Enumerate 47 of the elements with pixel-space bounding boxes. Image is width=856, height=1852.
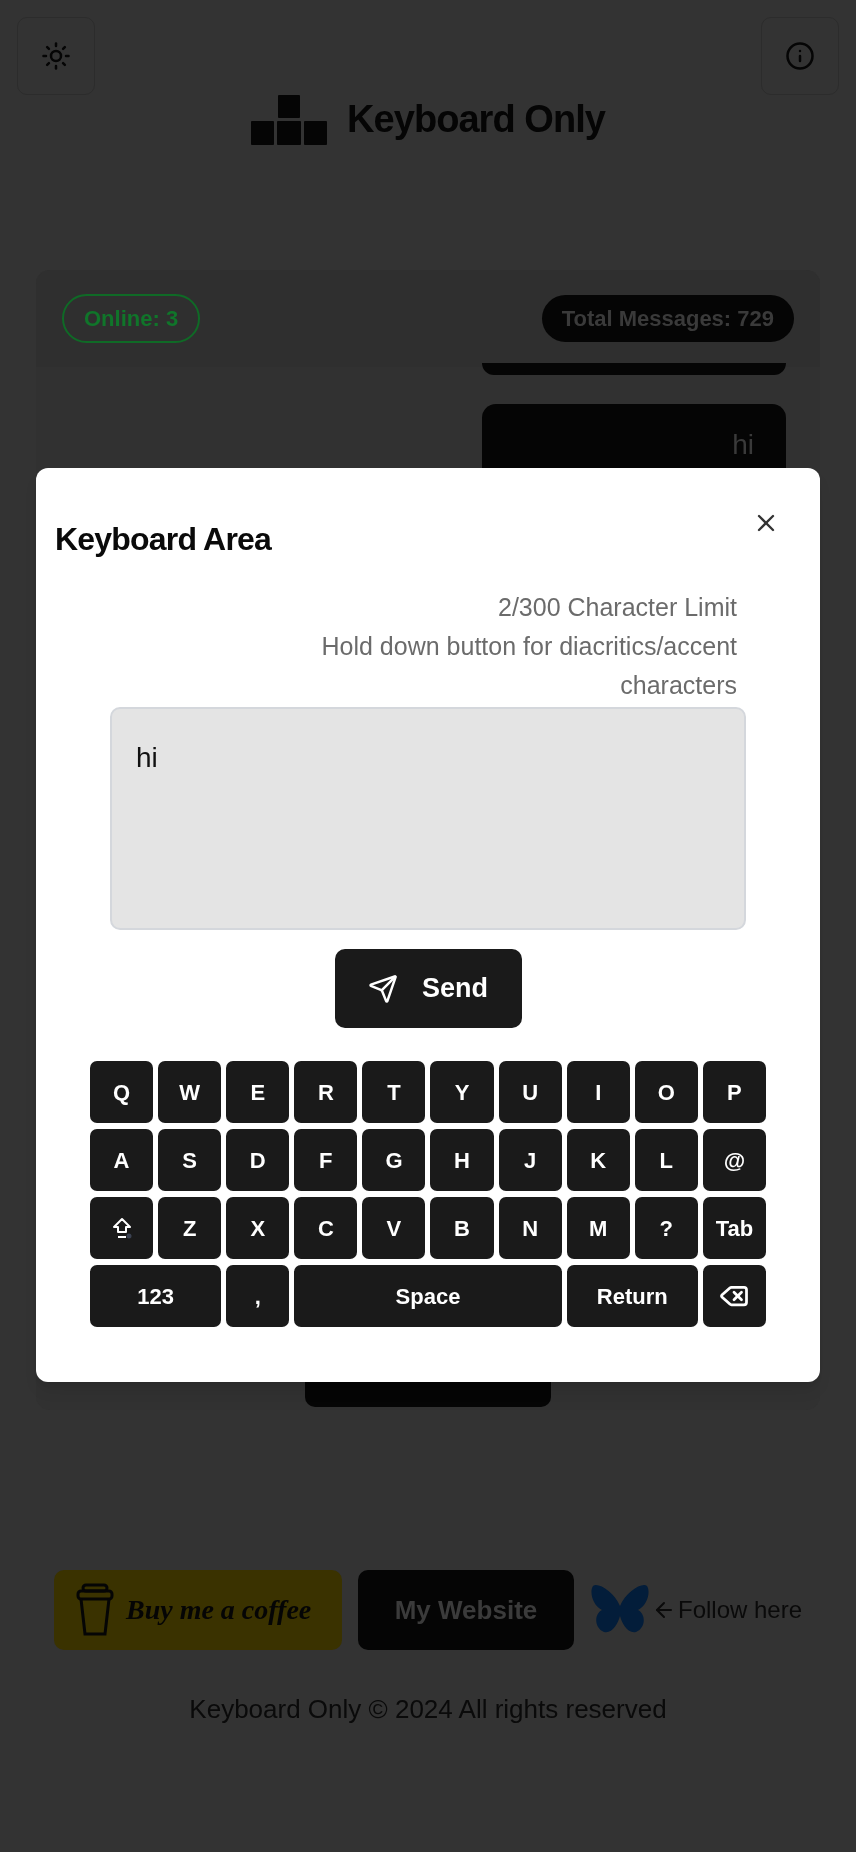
character-limit: 2/300 Character Limit <box>498 592 737 623</box>
keyboard-key[interactable]: G <box>362 1129 426 1191</box>
keyboard-key[interactable]: J <box>498 1129 562 1191</box>
keyboard-key[interactable]: V <box>362 1197 426 1259</box>
keyboard-key[interactable]: X <box>226 1197 290 1259</box>
keyboard-key[interactable]: Q <box>90 1061 154 1123</box>
keyboard-key[interactable]: N <box>498 1197 562 1259</box>
keyboard-key[interactable]: W <box>158 1061 222 1123</box>
dialog-title: Keyboard Area <box>55 520 272 559</box>
keyboard-key[interactable]: P <box>702 1061 766 1123</box>
keyboard-key[interactable]: Tab <box>702 1197 766 1259</box>
keyboard-key[interactable]: S <box>158 1129 222 1191</box>
diacritics-hint: Hold down button for diacritics/accent characters <box>320 631 737 701</box>
logo-icon <box>251 94 328 145</box>
online-count: Online: 3 <box>62 294 201 343</box>
backspace-key[interactable] <box>702 1265 766 1327</box>
keyboard-key[interactable]: O <box>634 1061 698 1123</box>
info-icon <box>785 41 815 71</box>
message-input[interactable]: hi <box>110 707 746 930</box>
keyboard-key[interactable]: ? <box>634 1197 698 1259</box>
keyboard-key[interactable]: 123 <box>90 1265 222 1327</box>
keyboard-key[interactable]: K <box>566 1129 630 1191</box>
keyboard-key[interactable]: C <box>294 1197 358 1259</box>
keyboard-key[interactable]: T <box>362 1061 426 1123</box>
keyboard-key[interactable]: Y <box>430 1061 494 1123</box>
keyboard-key[interactable]: A <box>90 1129 154 1191</box>
keyboard-key[interactable]: F <box>294 1129 358 1191</box>
keyboard-key[interactable]: L <box>634 1129 698 1191</box>
keyboard-key[interactable]: R <box>294 1061 358 1123</box>
sun-icon <box>41 41 71 71</box>
keyboard-key[interactable]: , <box>226 1265 290 1327</box>
keyboard-key[interactable]: Z <box>158 1197 222 1259</box>
keyboard-key[interactable]: D <box>226 1129 290 1191</box>
keyboard-key[interactable]: H <box>430 1129 494 1191</box>
space-key[interactable]: Space <box>294 1265 562 1327</box>
shift-key[interactable] <box>90 1197 154 1259</box>
keyboard-key[interactable]: E <box>226 1061 290 1123</box>
keyboard-key[interactable]: U <box>498 1061 562 1123</box>
theme-toggle-button[interactable] <box>17 17 95 95</box>
send-icon <box>368 973 398 1004</box>
keyboard-key[interactable]: M <box>566 1197 630 1259</box>
keyboard-key[interactable]: Return <box>566 1265 698 1327</box>
keyboard-key[interactable]: I <box>566 1061 630 1123</box>
send-button[interactable]: Send <box>334 949 522 1028</box>
keyboard-key[interactable]: @ <box>702 1129 766 1191</box>
coffee-cup-icon <box>75 1583 114 1637</box>
keyboard-key[interactable]: B <box>430 1197 494 1259</box>
